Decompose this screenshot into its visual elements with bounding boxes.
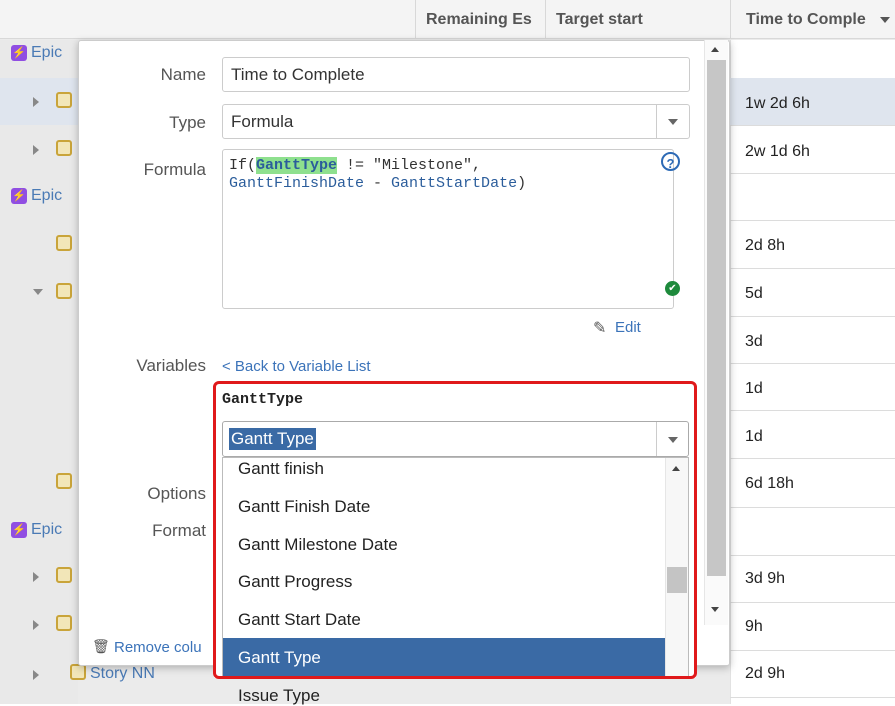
- row-divider: [730, 555, 895, 556]
- column-header-label: Target start: [556, 11, 643, 28]
- story-icon: [56, 473, 72, 489]
- formula-label: Formula: [143, 160, 206, 179]
- highlight-box: [213, 381, 697, 679]
- select-divider: [656, 104, 657, 139]
- time-to-complete-cell[interactable]: 1d: [745, 380, 763, 398]
- name-input[interactable]: Time to Complete: [222, 57, 690, 92]
- format-label: Format: [152, 521, 206, 540]
- edit-label: Edit: [615, 319, 641, 336]
- row-divider: [730, 125, 895, 126]
- column-header-label: Remaining Es: [426, 11, 532, 28]
- time-to-complete-cell[interactable]: 3d: [745, 333, 763, 351]
- formula-token: If(: [229, 157, 257, 174]
- time-to-complete-column: [730, 40, 895, 704]
- epic-icon: ⚡: [11, 45, 27, 61]
- story-icon: [56, 283, 72, 299]
- story-icon: [56, 140, 72, 156]
- time-to-complete-cell[interactable]: 2d 9h: [745, 665, 785, 683]
- row-divider: [730, 650, 895, 651]
- story-icon: [56, 615, 72, 631]
- question-circle-icon[interactable]: ?: [661, 152, 680, 171]
- collapse-caret-icon[interactable]: [33, 289, 43, 295]
- options-label: Options: [147, 484, 206, 503]
- epic-icon: ⚡: [11, 188, 27, 204]
- expand-caret-icon[interactable]: [33, 572, 39, 582]
- formula-line-1: If(GanttType != "Milestone",: [229, 157, 481, 175]
- time-to-complete-cell[interactable]: 1w 2d 6h: [745, 95, 810, 113]
- time-to-complete-cell[interactable]: 3d 9h: [745, 570, 785, 588]
- formula-token: -: [364, 175, 392, 192]
- epic-row-label[interactable]: Epic: [31, 521, 62, 539]
- chevron-down-icon[interactable]: [668, 119, 678, 125]
- row-divider: [730, 458, 895, 459]
- epic-row-label[interactable]: Epic: [31, 187, 62, 205]
- formula-variable-highlighted[interactable]: GanttType: [256, 157, 338, 174]
- back-to-variable-list-link[interactable]: < Back to Variable List: [222, 358, 371, 375]
- time-to-complete-cell[interactable]: 9h: [745, 618, 763, 636]
- type-select-value: Formula: [231, 112, 294, 131]
- row-divider: [730, 507, 895, 508]
- time-to-complete-cell[interactable]: 6d 18h: [745, 475, 794, 493]
- expand-caret-icon[interactable]: [33, 620, 39, 630]
- type-label: Type: [169, 113, 206, 132]
- story-icon: [56, 92, 72, 108]
- column-header-time-to-complete[interactable]: Time to Comple: [730, 0, 895, 39]
- row-divider: [730, 602, 895, 603]
- expand-caret-icon[interactable]: [33, 97, 39, 107]
- epic-icon: ⚡: [11, 522, 27, 538]
- check-circle-icon: ✔: [665, 281, 680, 296]
- name-label: Name: [160, 65, 206, 84]
- formula-line-2: GanttFinishDate - GanttStartDate): [229, 175, 526, 193]
- type-select[interactable]: Formula: [222, 104, 690, 139]
- column-header-blank: [0, 0, 415, 39]
- time-to-complete-cell[interactable]: 5d: [745, 285, 763, 303]
- story-icon: [56, 235, 72, 251]
- sort-caret-icon[interactable]: [880, 17, 890, 23]
- formula-variable[interactable]: GanttFinishDate: [229, 175, 364, 192]
- row-divider: [730, 316, 895, 317]
- row-divider: [730, 697, 895, 698]
- formula-token: ): [517, 175, 527, 192]
- story-icon: [70, 664, 86, 680]
- pencil-icon: ✎: [593, 320, 607, 337]
- row-divider: [730, 268, 895, 269]
- variables-label: Variables: [136, 356, 206, 375]
- row-divider: [730, 410, 895, 411]
- trash-icon: 🗑: [92, 638, 110, 654]
- time-to-complete-cell[interactable]: 2w 1d 6h: [745, 143, 810, 161]
- story-row-label[interactable]: Story NN: [90, 665, 155, 683]
- dialog-scrollbar-thumb[interactable]: [707, 60, 726, 576]
- scroll-down-arrow-icon[interactable]: [711, 607, 719, 612]
- column-header-target-start[interactable]: Target start: [545, 0, 730, 39]
- expand-caret-icon[interactable]: [33, 670, 39, 680]
- epic-row-label[interactable]: Epic: [31, 44, 62, 62]
- row-divider: [730, 363, 895, 364]
- formula-variable[interactable]: GanttStartDate: [391, 175, 517, 192]
- remove-column-label: Remove colu: [114, 639, 202, 656]
- column-header-label: Time to Comple: [746, 11, 866, 28]
- row-divider: [730, 220, 895, 221]
- time-to-complete-cell[interactable]: 1d: [745, 428, 763, 446]
- row-divider: [730, 173, 895, 174]
- scroll-up-arrow-icon[interactable]: [711, 47, 719, 52]
- time-to-complete-cell[interactable]: 2d 8h: [745, 237, 785, 255]
- formula-token: != "Milestone",: [337, 157, 482, 174]
- story-icon: [56, 567, 72, 583]
- column-header-remaining-estimate[interactable]: Remaining Es: [415, 0, 545, 39]
- option-issue-type[interactable]: Issue Type: [238, 686, 320, 706]
- expand-caret-icon[interactable]: [33, 145, 39, 155]
